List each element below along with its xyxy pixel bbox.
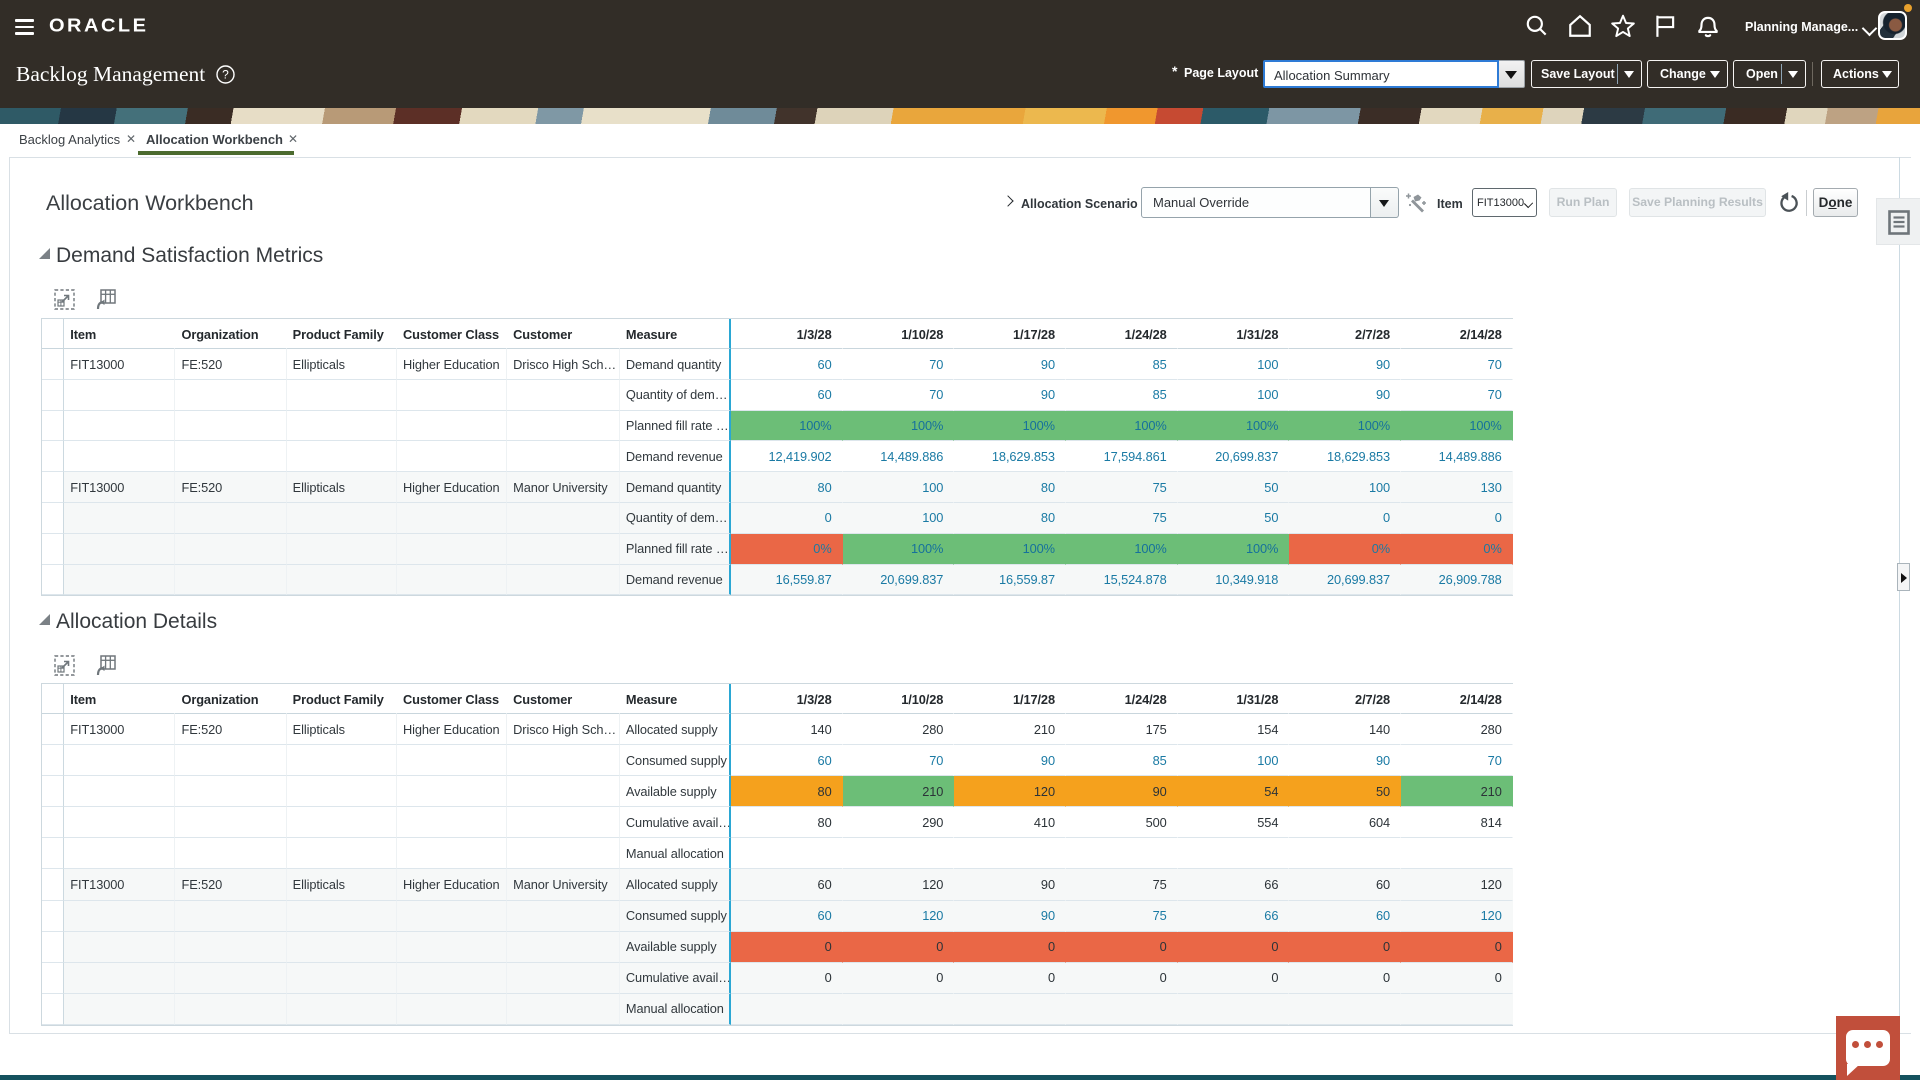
svg-text:?: ? [222,68,229,82]
